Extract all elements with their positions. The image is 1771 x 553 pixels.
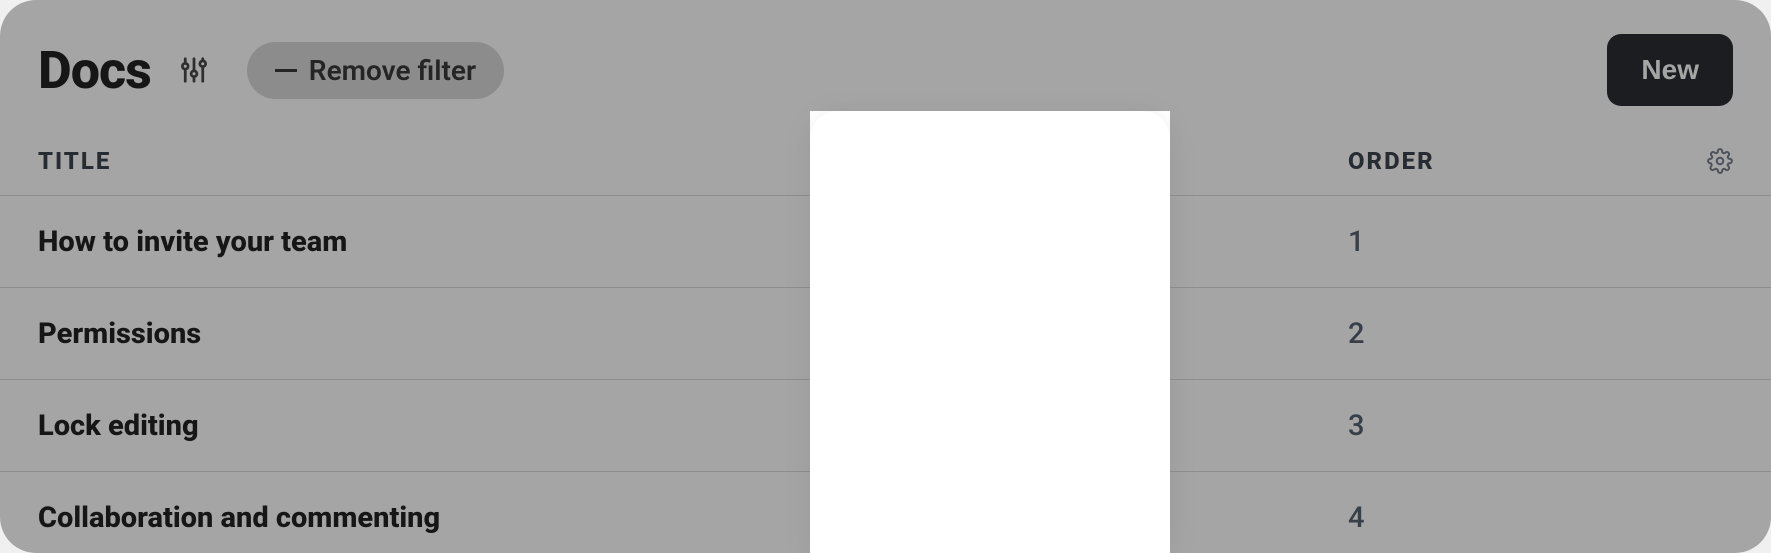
new-button-label: New (1641, 54, 1699, 85)
cell-title: Permissions (38, 317, 888, 351)
cell-order: 4 (1348, 501, 1673, 535)
header: Docs Remove filter New (0, 0, 1771, 126)
table-settings-button[interactable] (1673, 148, 1733, 174)
cell-order: 2 (1348, 317, 1673, 351)
cell-order: 3 (1348, 409, 1673, 443)
docs-table: TITLE SECTION ORDER How to invite your t… (0, 126, 1771, 553)
cell-title: Lock editing (38, 409, 888, 443)
cell-order: 1 (1348, 225, 1673, 259)
new-button[interactable]: New (1607, 34, 1733, 106)
cell-title: How to invite your team (38, 225, 888, 259)
remove-filter-pill[interactable]: Remove filter (247, 42, 504, 99)
docs-panel: Docs Remove filter New TITLE SECTION ORD… (0, 0, 1771, 553)
page-title: Docs (38, 40, 151, 101)
remove-filter-label: Remove filter (309, 54, 476, 87)
table-row[interactable]: Lock editing Collaboration 3 (0, 380, 1771, 472)
col-header-order[interactable]: ORDER (1348, 147, 1673, 175)
col-header-section[interactable]: SECTION (888, 147, 1348, 175)
cell-section: Collaboration (888, 225, 1348, 259)
table-row[interactable]: Permissions Collaboration 2 (0, 288, 1771, 380)
sliders-icon[interactable] (179, 55, 209, 85)
cell-section: Collaboration (888, 409, 1348, 443)
minus-icon (275, 69, 297, 72)
table-header-row: TITLE SECTION ORDER (0, 126, 1771, 196)
cell-section: Collaboration (888, 317, 1348, 351)
table-row[interactable]: Collaboration and commenting Collaborati… (0, 472, 1771, 553)
table-row[interactable]: How to invite your team Collaboration 1 (0, 196, 1771, 288)
cell-section: Collaboration (888, 501, 1348, 535)
cell-title: Collaboration and commenting (38, 501, 888, 535)
col-header-title[interactable]: TITLE (38, 147, 888, 175)
